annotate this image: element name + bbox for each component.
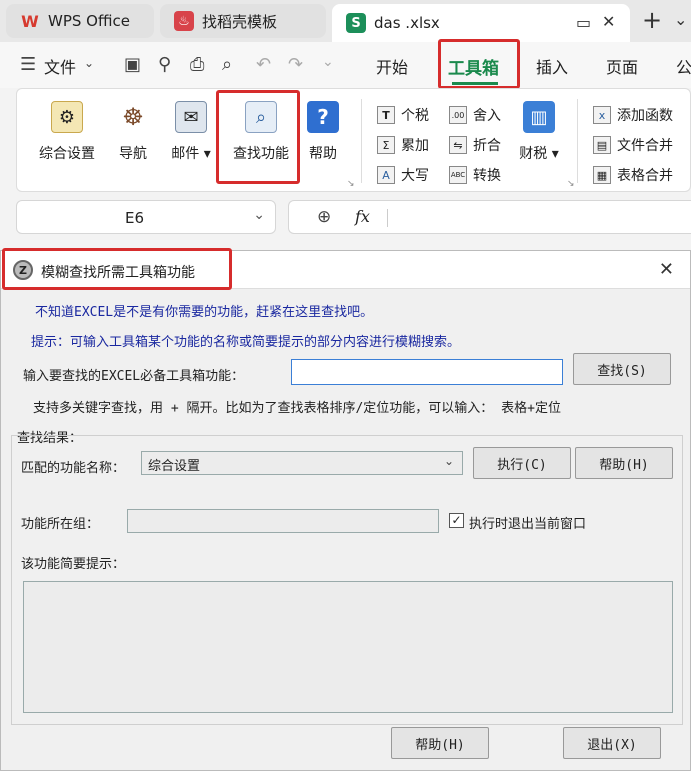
brief-description-area (23, 581, 673, 713)
file-merge-item[interactable]: ▤ 文件合并 (593, 135, 673, 155)
hint-line-1: 不知道EXCEL是不是有你需要的功能，赶紧在这里查找吧。 (35, 305, 374, 320)
close-tab-icon[interactable]: ✕ (602, 12, 615, 31)
match-label: 匹配的功能名称： (21, 461, 126, 476)
save-icon[interactable]: ▣ (124, 54, 141, 75)
question-mark-icon: ? (307, 101, 339, 133)
settings-gear-icon: ⚙ (51, 101, 83, 133)
file-menu[interactable]: 文件 (44, 54, 76, 78)
docer-logo-icon: ♨ (174, 11, 194, 31)
finance-bars-icon: ▥ (523, 101, 555, 133)
menu-insert[interactable]: 插入 (536, 54, 568, 78)
sigma-icon: Σ (377, 136, 395, 154)
monitor-icon[interactable]: ▭ (576, 13, 591, 32)
navigation-button[interactable]: ☸ 导航 (113, 101, 153, 163)
tab-label: WPS Office (48, 12, 130, 30)
tab-docer-templates[interactable]: ♨ 找稻壳模板 (160, 4, 326, 38)
format-painter-icon[interactable]: ⚲ (158, 54, 171, 75)
match-select[interactable]: 综合设置 ⌄ (141, 451, 463, 475)
ship-wheel-icon: ☸ (122, 103, 144, 131)
wps-logo-icon: W (21, 11, 39, 31)
exit-checkbox-label: 执行时退出当前窗口 (469, 517, 587, 532)
chevron-down-icon[interactable]: ⌄ (84, 56, 94, 70)
menu-page[interactable]: 页面 (606, 54, 638, 78)
multi-keyword-hint: 支持多关键字查找，用 + 隔开。比如为了查找表格排序/定位功能，可以输入： 表格… (33, 401, 561, 416)
execute-button[interactable]: 执行(C) (473, 447, 571, 479)
mail-button[interactable]: ✉ 邮件 ▾ (167, 101, 215, 163)
mail-icon: ✉ (175, 101, 207, 133)
fold-icon: ⇋ (449, 136, 467, 154)
button-label: 财税 ▾ (519, 146, 559, 162)
group-expand-icon[interactable]: ↘ (347, 179, 355, 189)
input-label: 输入要查找的EXCEL必备工具箱功能： (23, 369, 245, 384)
highlight-box-dialog-title (2, 248, 232, 290)
tab-label: das .xlsx (374, 14, 440, 32)
exit-button[interactable]: 退出(X) (563, 727, 661, 759)
help-button[interactable]: ? 帮助 (305, 101, 341, 163)
zoom-search-icon[interactable]: ⊕ (317, 207, 331, 227)
search-button[interactable]: 查找(S) (573, 353, 671, 385)
more-icon[interactable]: ⌄ (322, 54, 334, 70)
ribbon-toolbox: ⚙ 综合设置 ☸ 导航 ✉ 邮件 ▾ ⌕ 查找功能 ? 帮助 ↘ T 个税 Σ 累加… (16, 88, 691, 192)
menu-home[interactable]: 开始 (376, 54, 408, 78)
match-select-value: 综合设置 (148, 459, 201, 474)
close-icon[interactable]: ✕ (659, 259, 674, 280)
accumulate-item[interactable]: Σ 累加 (377, 135, 429, 155)
brief-label: 该功能简要提示： (21, 557, 126, 572)
button-label: 导航 (119, 146, 147, 162)
new-tab-icon[interactable]: + (642, 6, 662, 34)
text-a-icon: A (377, 166, 395, 184)
fuzzy-search-dialog: Z 模糊查找所需工具箱功能 ✕ 不知道EXCEL是不是有你需要的功能，赶紧在这里… (0, 250, 691, 771)
button-label: 综合设置 (39, 146, 95, 162)
table-merge-item[interactable]: ▦ 表格合并 (593, 165, 673, 185)
chevron-down-icon: ⌄ (443, 454, 454, 468)
abc-123-icon: ABC (449, 166, 467, 184)
hint-line-2: 提示：可输入工具箱某个功能的名称或简要提示的部分内容进行模糊搜索。 (31, 335, 461, 350)
name-box[interactable]: E6 ⌄ (16, 200, 276, 234)
uppercase-item[interactable]: A 大写 (377, 165, 429, 185)
menu-row: ☰ 文件 ⌄ ▣ ⚲ ⎙ ⌕ ↶ ↷ ⌄ 开始 工具箱 插入 页面 公 (0, 42, 691, 88)
formula-divider (387, 209, 388, 227)
chevron-down-icon[interactable]: ⌄ (674, 10, 687, 29)
transform-item[interactable]: ABC 转换 (449, 165, 501, 185)
formula-input[interactable]: ⊕ fx (288, 200, 691, 234)
print-icon[interactable]: ⎙ (190, 54, 204, 75)
browser-tab-bar: W WPS Office ♨ 找稻壳模板 S das .xlsx ▭ ✕ + ⌄ (0, 0, 691, 42)
tab-das-xlsx[interactable]: S das .xlsx ▭ ✕ (332, 4, 630, 42)
general-settings-button[interactable]: ⚙ 综合设置 (35, 101, 99, 163)
print-preview-icon[interactable]: ⌕ (222, 54, 232, 75)
help-button-bottom[interactable]: 帮助(H) (391, 727, 489, 759)
button-label: 邮件 ▾ (171, 146, 211, 162)
button-label: 帮助 (309, 146, 337, 162)
search-input[interactable] (291, 359, 563, 385)
spreadsheet-icon: S (346, 13, 366, 33)
undo-icon[interactable]: ↶ (256, 54, 271, 75)
file-merge-icon: ▤ (593, 136, 611, 154)
cell-reference: E6 (125, 209, 145, 227)
convert-fold-item[interactable]: ⇋ 折合 (449, 135, 501, 155)
tab-wps-office[interactable]: W WPS Office (6, 4, 154, 38)
hamburger-icon[interactable]: ☰ (20, 54, 36, 75)
ribbon-divider (577, 99, 578, 183)
group-label: 功能所在组： (21, 517, 100, 532)
chevron-down-icon[interactable]: ⌄ (253, 207, 265, 223)
tab-label: 找稻壳模板 (202, 12, 278, 31)
fx-icon[interactable]: fx (355, 207, 370, 226)
group-field (127, 509, 439, 533)
rounding-item[interactable]: .00 舍入 (449, 105, 501, 125)
highlight-box-toolbox (438, 39, 520, 89)
table-merge-icon: ▦ (593, 166, 611, 184)
tax-item[interactable]: T 个税 (377, 105, 429, 125)
add-function-icon: x (593, 106, 611, 124)
exit-on-execute-checkbox[interactable]: ✓ (449, 513, 464, 528)
rounding-icon: .00 (449, 106, 467, 124)
redo-icon[interactable]: ↷ (288, 54, 303, 75)
help-button-top[interactable]: 帮助(H) (575, 447, 673, 479)
ribbon-divider (361, 99, 362, 183)
highlight-box-find-function (216, 90, 300, 184)
text-t-icon: T (377, 106, 395, 124)
finance-tax-button[interactable]: ▥ 财税 ▾ (515, 101, 563, 163)
menu-formula[interactable]: 公 (676, 54, 691, 78)
group-expand-icon[interactable]: ↘ (567, 179, 575, 189)
add-function-item[interactable]: x 添加函数 (593, 105, 673, 125)
